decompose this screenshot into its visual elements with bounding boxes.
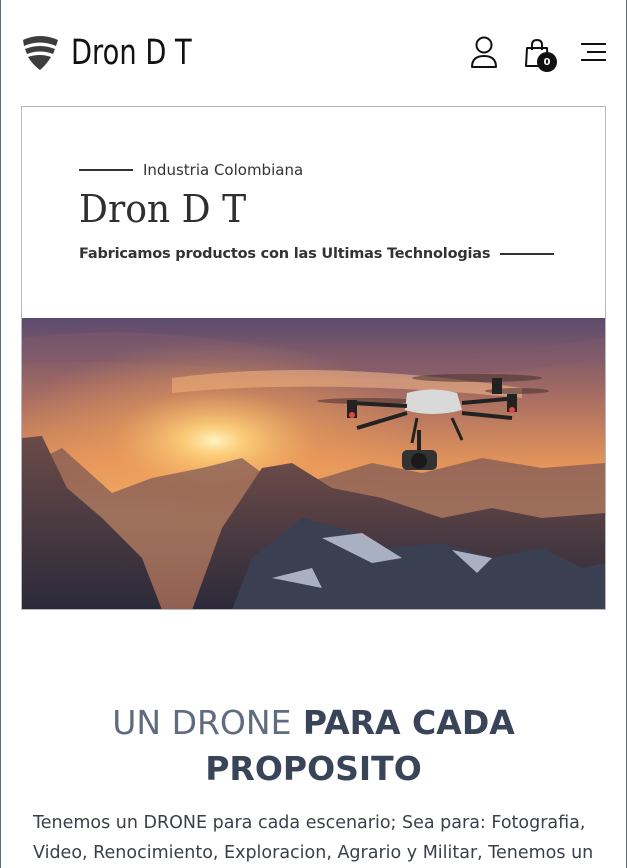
brand-name: Dron D T: [71, 33, 192, 73]
section-body-text: Tenemos un DRONE para cada escenario; Se…: [33, 813, 594, 863]
tagline-divider: [500, 253, 555, 255]
site-header: Dron D T 0: [0, 0, 627, 106]
shield-logo-icon: [23, 36, 58, 70]
brand-logo-link[interactable]: Dron D T: [20, 33, 226, 73]
hero-title: Dron D T: [79, 187, 247, 231]
kicker-text: Industria Colombiana: [143, 161, 304, 179]
hero-card: Industria Colombiana Dron D T Fabricamos…: [21, 106, 606, 610]
user-icon[interactable]: [469, 36, 499, 69]
section-title: UN DRONE PARA CADA PROPOSITO: [0, 700, 627, 792]
cart-button[interactable]: 0: [523, 38, 559, 74]
kicker-divider: [79, 169, 133, 171]
hero-tagline: Fabricamos productos con las Ultimas Tec…: [79, 246, 555, 262]
section-title-light: UN DRONE: [112, 703, 292, 742]
hero-drone-image: [22, 318, 605, 609]
hamburger-menu-icon[interactable]: [579, 41, 607, 63]
hero-kicker: Industria Colombiana: [79, 161, 303, 179]
cart-count-badge: 0: [537, 52, 557, 72]
tagline-text: Fabricamos productos con las Ultimas Tec…: [79, 246, 491, 262]
